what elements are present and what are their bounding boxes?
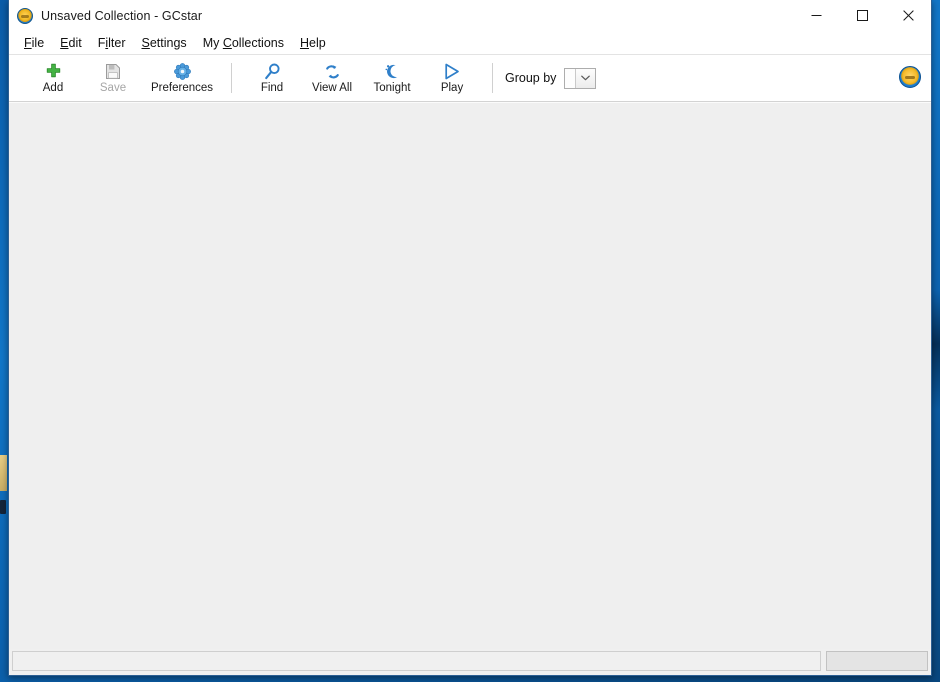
save-button-label: Save (99, 82, 127, 94)
find-button-label: Find (260, 82, 284, 94)
add-button[interactable]: Add (23, 56, 83, 101)
plus-icon (45, 62, 62, 81)
menu-item-file[interactable]: File (18, 34, 54, 52)
menu-item-edit[interactable]: Edit (54, 34, 92, 52)
floppy-disk-icon (105, 62, 121, 81)
window-controls (793, 0, 931, 31)
toolbar-separator (231, 63, 233, 93)
desktop-shadow-band (931, 290, 940, 410)
background-window-sliver (0, 455, 7, 491)
gcstar-logo-icon[interactable] (17, 7, 33, 24)
view-all-button[interactable]: View All (302, 56, 362, 101)
group-by-value (565, 68, 576, 88)
find-button[interactable]: Find (242, 56, 302, 101)
window-title: Unsaved Collection - GCstar (41, 8, 203, 23)
minimize-icon[interactable] (793, 0, 839, 31)
view-all-button-label: View All (311, 82, 353, 94)
menu-item-filter[interactable]: Filter (92, 34, 136, 52)
gear-icon (173, 62, 191, 81)
chevron-down-icon[interactable] (575, 68, 596, 88)
play-button-label: Play (440, 82, 464, 94)
maximize-icon[interactable] (839, 0, 885, 31)
refresh-arrows-icon (324, 62, 341, 81)
gcstar-badge-icon[interactable] (899, 66, 921, 88)
save-button[interactable]: Save (83, 56, 143, 101)
background-window-mark (0, 500, 6, 514)
title-bar[interactable]: Unsaved Collection - GCstar (9, 0, 931, 32)
group-by-label: Group by (505, 71, 557, 85)
magnifier-icon (264, 62, 281, 81)
preferences-button-label: Preferences (151, 82, 214, 94)
menu-item-my-collections[interactable]: My Collections (197, 34, 294, 52)
crescent-moon-icon (384, 62, 401, 81)
toolbar-separator-2 (492, 63, 494, 93)
group-by-control: Group by (505, 67, 597, 89)
play-button[interactable]: Play (422, 56, 482, 101)
status-message (12, 650, 821, 671)
close-icon[interactable] (885, 0, 931, 31)
status-bar (9, 649, 931, 675)
tonight-button-label: Tonight (373, 82, 411, 94)
group-by-select[interactable] (564, 67, 597, 89)
collection-content-area[interactable] (9, 102, 931, 649)
menu-bar: File Edit Filter Settings My Collections… (9, 32, 931, 55)
status-secondary (826, 650, 928, 671)
menu-item-settings[interactable]: Settings (136, 34, 197, 52)
play-triangle-icon (444, 62, 460, 81)
menu-item-help[interactable]: Help (294, 34, 336, 52)
gcstar-application-window: Unsaved Collection - GCstar File Edit Fi… (8, 0, 932, 676)
add-button-label: Add (42, 82, 64, 94)
toolbar: Add Save Preferences Find View All Tonig… (9, 55, 931, 102)
preferences-button[interactable]: Preferences (143, 56, 221, 101)
tonight-button[interactable]: Tonight (362, 56, 422, 101)
